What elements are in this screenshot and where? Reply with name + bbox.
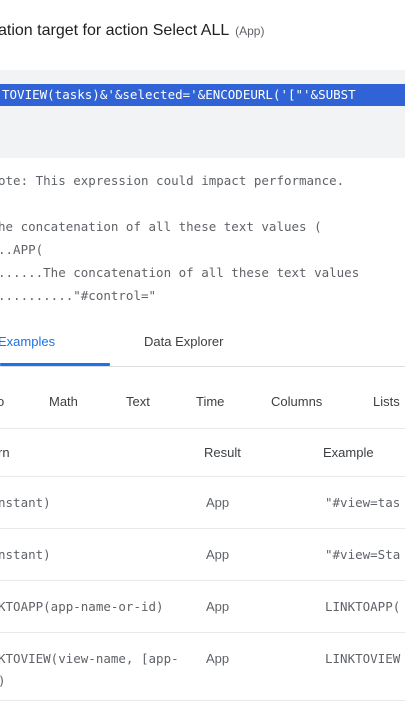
row-2-result: App [206, 547, 230, 562]
category-bar: o Math Text Time Columns Lists [0, 394, 405, 418]
table-divider [0, 580, 405, 581]
row-4-result: App [206, 651, 230, 666]
row-2-expression: nstant) [0, 547, 51, 562]
category-time[interactable]: Time [196, 394, 224, 409]
table-divider [0, 476, 405, 477]
row-1-expression: nstant) [0, 495, 51, 510]
row-1-example: "#view=tas [325, 495, 401, 510]
help-line-3: ......The concatenation of all these tex… [0, 265, 360, 280]
column-header-example: Example [323, 445, 374, 460]
category-partial[interactable]: o [0, 394, 4, 409]
dialog-title-sub: (App) [235, 24, 265, 38]
category-math[interactable]: Math [49, 394, 78, 409]
table-divider [0, 632, 405, 633]
help-line-2: ..APP( [0, 242, 44, 257]
table-divider [0, 528, 405, 529]
row-2-example: "#view=Sta [325, 547, 401, 562]
row-3-expression: KTOAPP(app-name-or-id) [0, 599, 164, 614]
category-text[interactable]: Text [126, 394, 150, 409]
tabs-divider [0, 366, 405, 367]
row-1-result: App [206, 495, 230, 510]
column-header-expression: rn [0, 445, 10, 460]
performance-note: ote: This expression could impact perfor… [0, 173, 345, 188]
dialog-title: ation target for action Select ALL (App) [0, 22, 264, 40]
row-3-result: App [206, 599, 230, 614]
row-4-example: LINKTOVIEW [325, 651, 401, 666]
table-top-border [0, 428, 405, 429]
column-header-result: Result [204, 445, 241, 460]
category-lists[interactable]: Lists [373, 394, 400, 409]
expression-selected-text[interactable]: TOVIEW(tasks)&'&selected='&ENCODEURL('["… [0, 84, 405, 106]
table-divider [0, 700, 405, 701]
dialog-title-text: ation target for action Select ALL [0, 22, 229, 39]
category-columns[interactable]: Columns [271, 394, 322, 409]
tab-examples[interactable]: Examples [0, 334, 55, 349]
tab-data-explorer[interactable]: Data Explorer [144, 334, 223, 349]
help-line-4: .........."#control=" [0, 288, 157, 303]
row-3-example: LINKTOAPP( [325, 599, 401, 614]
tab-bar: Examples Data Explorer [0, 330, 405, 366]
help-line-1: he concatenation of all these text value… [0, 219, 322, 234]
row-4-expression: KTOVIEW(view-name, [app- [0, 651, 179, 666]
row-4-expression-continued: ) [0, 673, 6, 688]
